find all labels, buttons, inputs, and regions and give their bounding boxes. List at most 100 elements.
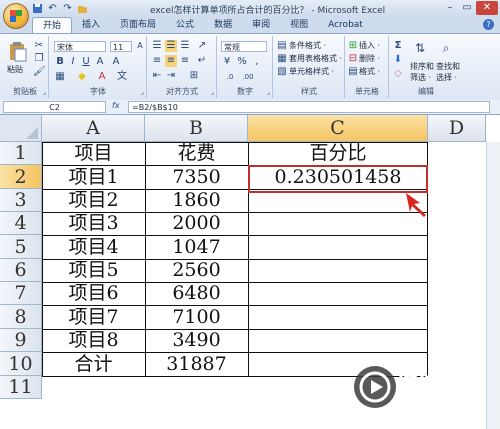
- align-bottom-icon[interactable]: ☰: [179, 40, 191, 52]
- row-header-11[interactable]: 11: [0, 376, 42, 399]
- cell-b7[interactable]: 6480: [145, 282, 248, 305]
- orientation-icon[interactable]: ↗: [196, 40, 208, 52]
- table-format-button[interactable]: 套用表格格式 ·: [289, 53, 342, 64]
- cell-a1[interactable]: 项目: [42, 142, 145, 165]
- cell-b6[interactable]: 2560: [145, 259, 248, 282]
- format-painter-icon[interactable]: 🖌: [33, 66, 46, 78]
- find-select-icon[interactable]: ⌕: [438, 42, 454, 54]
- decrease-decimal-icon[interactable]: .00: [242, 71, 254, 83]
- tab-review[interactable]: 审阅: [242, 17, 280, 33]
- clear-icon[interactable]: ◇: [392, 68, 404, 80]
- cell-a8[interactable]: 项目7: [42, 305, 145, 329]
- redo-icon[interactable]: ↷: [62, 3, 73, 14]
- align-right-icon[interactable]: ≡: [179, 55, 191, 67]
- cell-c6[interactable]: [248, 259, 428, 282]
- paste-icon[interactable]: [7, 40, 29, 62]
- grow-font-icon[interactable]: A: [134, 40, 146, 52]
- maximize-button[interactable]: ▭: [459, 1, 475, 15]
- decrease-indent-icon[interactable]: ⇤: [151, 70, 163, 82]
- tab-acrobat[interactable]: Acrobat: [318, 17, 373, 33]
- borders-icon[interactable]: ▦: [54, 71, 66, 83]
- column-header-a[interactable]: A: [42, 115, 145, 142]
- dialog-launcher-icon[interactable]: ⌟: [141, 88, 144, 96]
- cell-b1[interactable]: 花费: [145, 142, 248, 165]
- delete-button[interactable]: 删除 ·: [359, 53, 380, 64]
- cell-c9[interactable]: [248, 329, 428, 352]
- cell-c5[interactable]: [248, 235, 428, 259]
- currency-icon[interactable]: ¥: [221, 56, 233, 68]
- cell-b3[interactable]: 1860: [145, 189, 248, 212]
- row-header-3[interactable]: 3: [0, 189, 42, 212]
- merge-center-icon[interactable]: ⊞: [188, 70, 200, 82]
- sort-filter-button[interactable]: 排序和: [410, 61, 434, 72]
- dialog-launcher-icon[interactable]: ⌟: [211, 88, 214, 96]
- cell-a10[interactable]: 合计: [42, 352, 145, 376]
- row-header-9[interactable]: 9: [0, 329, 42, 352]
- undo-icon[interactable]: ↶: [47, 3, 58, 14]
- row-header-5[interactable]: 5: [0, 235, 42, 259]
- open-icon[interactable]: [77, 3, 88, 14]
- row-header-4[interactable]: 4: [0, 212, 42, 235]
- underline-icon[interactable]: U: [80, 56, 92, 68]
- font-name-select[interactable]: 宋体: [54, 41, 106, 52]
- phonetic-icon[interactable]: 文: [116, 71, 128, 83]
- dialog-launcher-icon[interactable]: ⌟: [43, 88, 46, 96]
- tab-page-layout[interactable]: 页面布局: [110, 17, 166, 33]
- column-header-d[interactable]: D: [428, 115, 486, 142]
- font-color-a-icon[interactable]: A: [96, 71, 108, 83]
- align-left-icon[interactable]: ≡: [151, 55, 163, 67]
- cell-b8[interactable]: 7100: [145, 305, 248, 329]
- increase-decimal-icon[interactable]: .0: [224, 71, 236, 83]
- row-header-6[interactable]: 6: [0, 259, 42, 282]
- cell-b2[interactable]: 7350: [145, 165, 248, 189]
- find-select-button[interactable]: 查找和: [436, 61, 460, 72]
- row-header-10[interactable]: 10: [0, 352, 42, 376]
- number-format-select[interactable]: 常规: [221, 41, 267, 52]
- cell-c8[interactable]: [248, 305, 428, 329]
- tab-home[interactable]: 开始: [32, 17, 73, 33]
- font-color-icon[interactable]: A: [110, 56, 122, 68]
- column-header-c[interactable]: C: [248, 115, 428, 142]
- increase-indent-icon[interactable]: ⇥: [165, 70, 177, 82]
- row-header-7[interactable]: 7: [0, 282, 42, 305]
- cell-c7[interactable]: [248, 282, 428, 305]
- help-icon[interactable]: ?: [483, 19, 494, 30]
- vertical-scrollbar[interactable]: [486, 142, 500, 429]
- paste-button[interactable]: 粘贴: [7, 64, 23, 75]
- cell-a3[interactable]: 项目2: [42, 189, 145, 212]
- save-icon[interactable]: [32, 3, 43, 14]
- comma-icon[interactable]: ,: [251, 56, 263, 68]
- fill-icon[interactable]: ⬇: [392, 54, 404, 66]
- insert-button[interactable]: 插入 ·: [359, 40, 380, 51]
- sort-filter-icon[interactable]: ⇅: [412, 42, 428, 54]
- cell-a7[interactable]: 项目6: [42, 282, 145, 305]
- conditional-format-button[interactable]: 条件格式 ·: [289, 40, 326, 51]
- autosum-icon[interactable]: Σ: [392, 40, 404, 52]
- cell-a2[interactable]: 项目1: [42, 165, 145, 189]
- cell-b5[interactable]: 1047: [145, 235, 248, 259]
- row-header-2[interactable]: 2: [0, 165, 42, 189]
- tab-view[interactable]: 视图: [280, 17, 318, 33]
- office-button[interactable]: [3, 3, 29, 29]
- row-header-1[interactable]: 1: [0, 142, 42, 165]
- strikethrough-icon[interactable]: A: [94, 56, 106, 68]
- tab-data[interactable]: 数据: [204, 17, 242, 33]
- fill-color-icon[interactable]: ◆: [76, 71, 88, 83]
- cell-a9[interactable]: 项目8: [42, 329, 145, 352]
- font-size-select[interactable]: 11: [110, 41, 132, 52]
- italic-icon[interactable]: I: [67, 56, 79, 68]
- minimize-button[interactable]: –: [442, 1, 458, 15]
- close-button[interactable]: ✕: [476, 1, 498, 15]
- cell-styles-button[interactable]: 单元格样式 ·: [289, 66, 334, 77]
- column-header-b[interactable]: B: [145, 115, 248, 142]
- tab-insert[interactable]: 插入: [72, 17, 110, 33]
- cut-icon[interactable]: ✂: [33, 40, 45, 52]
- format-button[interactable]: 格式 ·: [359, 66, 380, 77]
- align-top-icon[interactable]: ☰: [151, 40, 163, 52]
- wrap-text-icon[interactable]: ↵: [196, 55, 208, 67]
- cell-a4[interactable]: 项目3: [42, 212, 145, 235]
- cell-c1[interactable]: 百分比: [248, 142, 428, 165]
- percent-icon[interactable]: %: [236, 56, 248, 68]
- cell-b9[interactable]: 3490: [145, 329, 248, 352]
- row-header-8[interactable]: 8: [0, 305, 42, 329]
